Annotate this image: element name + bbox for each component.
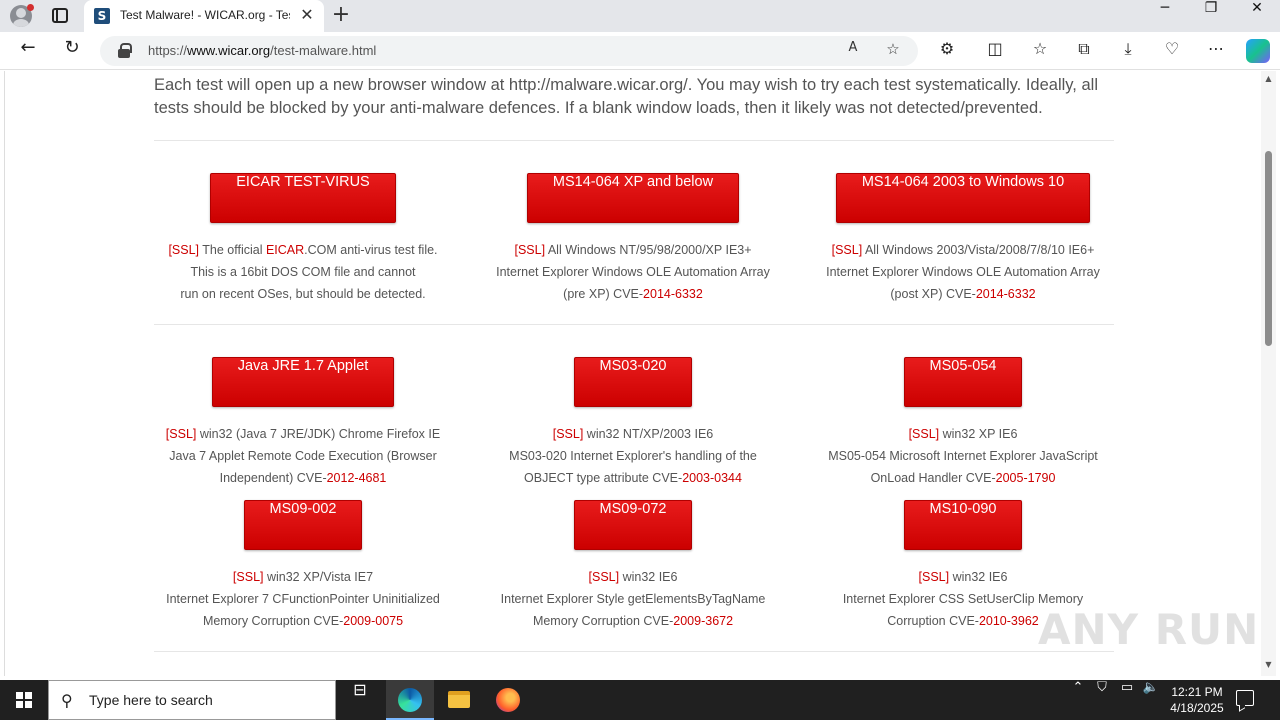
test-description: [SSL] win32 XP/Vista IE7 Internet Explor… — [166, 570, 440, 628]
test-ms05-054: MS05-054 [SSL] win32 XP IE6 MS05-054 Mic… — [798, 355, 1128, 489]
scroll-down-icon[interactable]: ▼ — [1264, 660, 1273, 669]
profile-notification-dot — [27, 4, 34, 11]
taskbar-clock[interactable]: 12:21 PM 4/18/2025 — [1160, 684, 1234, 716]
copilot-icon[interactable] — [1246, 39, 1270, 63]
search-icon: ⚲ — [61, 691, 73, 710]
notifications-icon[interactable] — [1236, 690, 1254, 706]
address-bar[interactable]: https://www.wicar.org/test-malware.html … — [100, 36, 918, 66]
file-explorer-icon[interactable] — [435, 680, 483, 720]
ssl-link[interactable]: [SSL] — [233, 570, 264, 584]
tab-active[interactable]: S Test Malware! - WICAR.org - Test ✕ — [84, 0, 324, 32]
divider — [154, 324, 1114, 325]
lock-icon[interactable] — [118, 43, 132, 58]
restore-icon[interactable]: ❐ — [1188, 0, 1234, 32]
minimize-icon[interactable]: ─ — [1142, 0, 1188, 32]
test-ms09-002: MS09-002 [SSL] win32 XP/Vista IE7 Intern… — [138, 498, 468, 632]
anyrun-watermark: ANY RUN — [1038, 605, 1260, 654]
taskbar-search-box[interactable]: ⚲ Type here to search — [48, 680, 336, 720]
ssl-link[interactable]: [SSL] — [919, 570, 950, 584]
cve-link[interactable]: 2009-3672 — [673, 614, 733, 628]
cve-link[interactable]: 2005-1790 — [996, 471, 1056, 485]
navigation-bar: ← ↻ https://www.wicar.org/test-malware.h… — [0, 32, 1280, 70]
downloads-icon[interactable]: ⤓ — [1116, 39, 1140, 63]
scroll-up-icon[interactable]: ▲ — [1264, 74, 1273, 83]
cve-link[interactable]: 2014-6332 — [976, 287, 1036, 301]
ms14-064-xp-button[interactable]: MS14-064 XP and below — [526, 173, 740, 223]
window-close-icon[interactable]: ✕ — [1234, 0, 1280, 32]
ssl-link[interactable]: [SSL] — [553, 427, 584, 441]
security-tray-icon[interactable]: ⛉ — [1092, 680, 1112, 720]
test-description: [SSL] The official EICAR.COM anti-virus … — [168, 243, 438, 301]
tab-strip: S Test Malware! - WICAR.org - Test ✕ + ─… — [0, 0, 1280, 32]
url-text[interactable]: https://www.wicar.org/test-malware.html — [148, 43, 376, 58]
ms03-020-button[interactable]: MS03-020 — [573, 357, 693, 407]
test-description: [SSL] win32 (Java 7 JRE/JDK) Chrome Fire… — [165, 427, 441, 485]
cve-link[interactable]: 2009-0075 — [343, 614, 403, 628]
eicar-test-button[interactable]: EICAR TEST-VIRUS — [210, 173, 396, 223]
cve-link[interactable]: 2012-4681 — [327, 471, 387, 485]
web-page: Each test will open up a new browser win… — [4, 71, 1260, 676]
cve-link[interactable]: 2003-0344 — [682, 471, 742, 485]
volume-icon[interactable]: 🔈 — [1140, 680, 1162, 720]
vertical-scrollbar[interactable]: ▲ ▼ — [1261, 71, 1276, 676]
ssl-link[interactable]: [SSL] — [514, 243, 545, 257]
test-description: [SSL] All Windows NT/95/98/2000/XP IE3+ … — [496, 243, 770, 301]
test-description: [SSL] All Windows 2003/Vista/2008/7/8/10… — [826, 243, 1100, 301]
tab-title: Test Malware! - WICAR.org - Test — [120, 8, 290, 22]
test-java-applet: Java JRE 1.7 Applet [SSL] win32 (Java 7 … — [138, 355, 468, 489]
clock-date: 4/18/2025 — [1170, 701, 1224, 715]
extensions-icon[interactable]: ⚙ — [935, 39, 959, 63]
ms10-090-button[interactable]: MS10-090 — [903, 500, 1023, 550]
ssl-link[interactable]: [SSL] — [909, 427, 940, 441]
new-tab-button[interactable]: + — [330, 4, 352, 26]
cve-link[interactable]: 2014-6332 — [643, 287, 703, 301]
windows-start-icon[interactable] — [16, 692, 32, 708]
test-ms14-064-xp: MS14-064 XP and below [SSL] All Windows … — [468, 171, 798, 305]
refresh-icon[interactable]: ↻ — [58, 37, 86, 65]
search-placeholder: Type here to search — [89, 692, 213, 708]
test-ms14-064-2003: MS14-064 2003 to Windows 10 [SSL] All Wi… — [798, 171, 1128, 305]
test-eicar: EICAR TEST-VIRUS [SSL] The official EICA… — [138, 171, 468, 305]
tab-actions-icon[interactable] — [52, 8, 68, 23]
task-view-icon[interactable]: ⊟ — [336, 680, 384, 720]
intro-text: Each test will open up a new browser win… — [154, 76, 1098, 117]
ms05-054-button[interactable]: MS05-054 — [903, 357, 1023, 407]
back-icon[interactable]: ← — [14, 37, 42, 65]
test-description: [SSL] win32 IE6 Internet Explorer Style … — [500, 570, 766, 628]
more-menu-icon[interactable]: ⋯ — [1204, 39, 1228, 63]
read-aloud-icon[interactable]: A — [842, 40, 864, 62]
scrollbar-thumb[interactable] — [1265, 151, 1272, 346]
favorite-star-icon[interactable]: ☆ — [882, 40, 904, 62]
java-jre-applet-button[interactable]: Java JRE 1.7 Applet — [211, 357, 395, 407]
favorites-icon[interactable]: ☆ — [1028, 39, 1052, 63]
divider — [154, 651, 1114, 652]
show-hidden-icons-icon[interactable]: ⌃ — [1068, 680, 1088, 720]
test-ms09-072: MS09-072 [SSL] win32 IE6 Internet Explor… — [468, 498, 798, 632]
ms09-002-button[interactable]: MS09-002 — [243, 500, 363, 550]
test-description: [SSL] win32 NT/XP/2003 IE6 MS03-020 Inte… — [509, 427, 757, 485]
split-screen-icon[interactable]: ◫ — [983, 39, 1007, 63]
collections-icon[interactable]: ⧉ — [1072, 39, 1096, 63]
test-description: [SSL] win32 XP IE6 MS05-054 Microsoft In… — [828, 427, 1098, 485]
cve-link[interactable]: 2010-3962 — [979, 614, 1039, 628]
browser-essentials-icon[interactable]: ♡ — [1160, 39, 1184, 63]
eicar-link[interactable]: EICAR — [266, 243, 304, 257]
ssl-link[interactable]: [SSL] — [168, 243, 199, 257]
edge-taskbar-icon[interactable] — [386, 680, 434, 720]
clock-time: 12:21 PM — [1171, 685, 1223, 699]
windows-taskbar: ⚲ Type here to search ⊟ ⌃ ⛉ ▭ 🔈 12:21 PM… — [0, 680, 1280, 720]
site-favicon-icon: S — [94, 8, 110, 24]
ms14-064-2003-button[interactable]: MS14-064 2003 to Windows 10 — [835, 173, 1091, 223]
network-icon[interactable]: ▭ — [1116, 680, 1138, 720]
ssl-link[interactable]: [SSL] — [832, 243, 863, 257]
ssl-link[interactable]: [SSL] — [166, 427, 197, 441]
tab-close-icon[interactable]: ✕ — [298, 6, 316, 24]
ms09-072-button[interactable]: MS09-072 — [573, 500, 693, 550]
ssl-link[interactable]: [SSL] — [589, 570, 620, 584]
test-ms03-020: MS03-020 [SSL] win32 NT/XP/2003 IE6 MS03… — [468, 355, 798, 489]
firefox-icon[interactable] — [484, 680, 532, 720]
divider — [154, 140, 1114, 141]
